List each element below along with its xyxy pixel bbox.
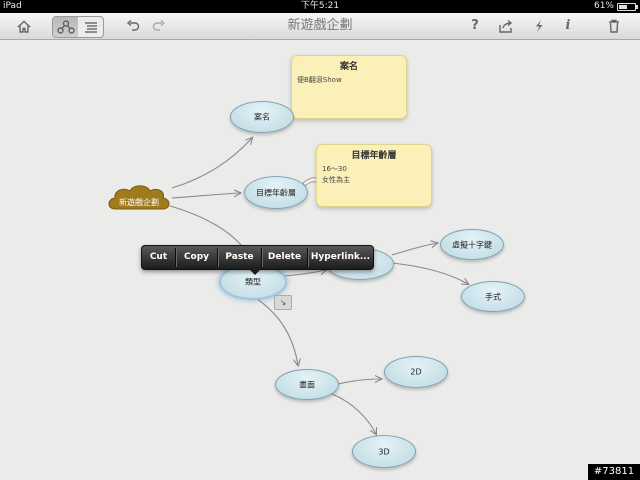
menu-item-hyperlink[interactable]: Hyperlink... xyxy=(308,246,373,269)
node-label: 類型 xyxy=(245,277,261,287)
node-2d[interactable]: 2D xyxy=(384,356,448,388)
node-label: 畫面 xyxy=(299,380,315,389)
note-case[interactable]: 案名 便B翻滾Show xyxy=(291,55,407,119)
node-3d[interactable]: 3D xyxy=(352,435,416,468)
note-title: 案名 xyxy=(339,62,358,72)
context-menu: Cut Copy Paste Delete Hyperlink... xyxy=(141,245,374,275)
node-target-age[interactable]: 目標年齡層 xyxy=(244,176,308,209)
node-graphics[interactable]: 畫面 xyxy=(275,369,339,400)
node-label: 3D xyxy=(378,447,390,456)
connector-child-hand xyxy=(391,262,468,284)
note-line: 便B翻滾Show xyxy=(297,76,342,84)
resize-handle-icon[interactable]: ↘ xyxy=(274,295,292,310)
node-case[interactable]: 案名 xyxy=(230,101,294,133)
note-line: 16～30 xyxy=(322,165,347,173)
note-line: 女性為主 xyxy=(322,176,350,184)
note-title: 目標年齡層 xyxy=(351,151,397,161)
watermark: #73811 xyxy=(588,464,640,480)
connector-root-type xyxy=(169,205,246,251)
node-label: 虛擬十字鍵 xyxy=(452,240,492,249)
root-node[interactable]: 新遊戲企劃 xyxy=(106,183,172,213)
connector-graphics-2d xyxy=(337,379,381,385)
menu-item-cut[interactable]: Cut xyxy=(142,246,175,269)
connector-type-child xyxy=(282,270,326,277)
menu-pointer xyxy=(248,268,262,275)
node-gesture[interactable]: 手式 xyxy=(461,281,525,312)
node-label: 手式 xyxy=(485,292,501,301)
node-label: 案名 xyxy=(254,112,270,122)
connector-root-case xyxy=(171,138,252,189)
note-age[interactable]: 目標年齡層 16～30 女性為主 xyxy=(316,144,432,207)
node-virtual-dpad[interactable]: 虛擬十字鍵 xyxy=(440,229,504,260)
connector-root-age xyxy=(171,193,240,199)
node-label: 2D xyxy=(410,367,422,377)
connector-child-cross xyxy=(391,243,437,256)
menu-item-delete[interactable]: Delete xyxy=(262,246,307,269)
node-label: 目標年齡層 xyxy=(256,188,296,197)
menu-item-paste[interactable]: Paste xyxy=(218,246,261,269)
connector-graphics-3d xyxy=(331,393,376,434)
root-node-label: 新遊戲企劃 xyxy=(119,198,159,207)
menu-item-copy[interactable]: Copy xyxy=(176,246,217,269)
